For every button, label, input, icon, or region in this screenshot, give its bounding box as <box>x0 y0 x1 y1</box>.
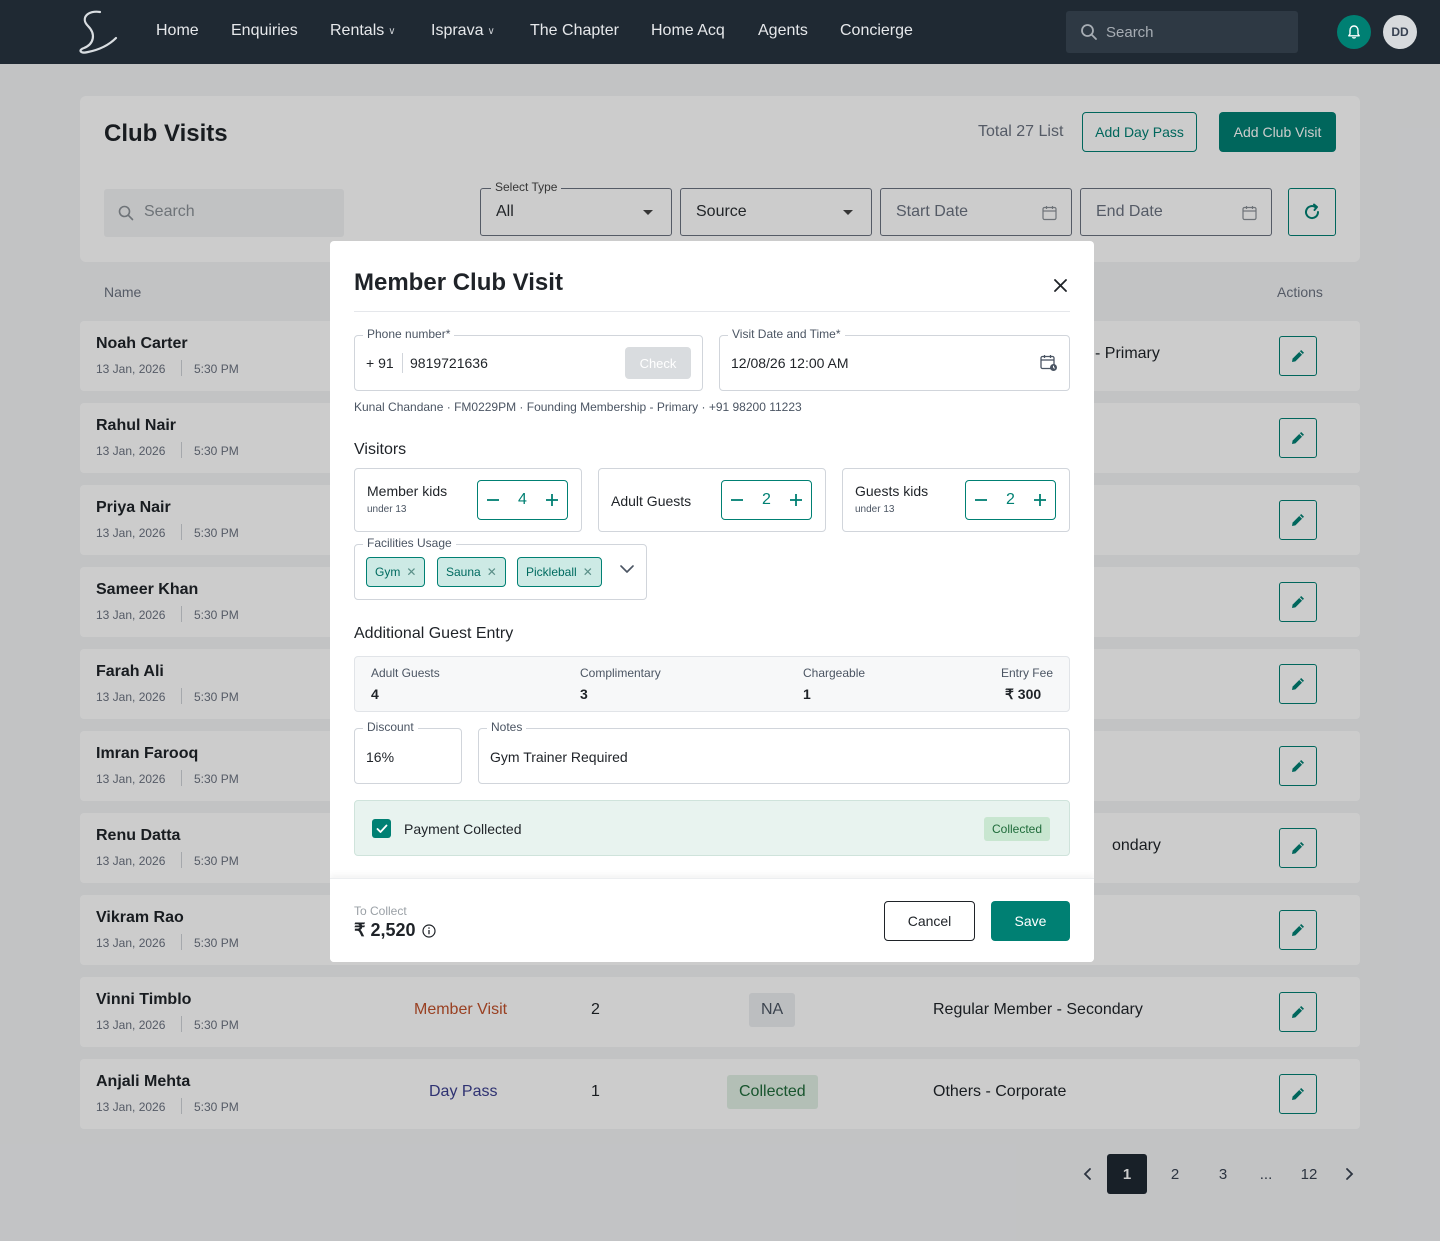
adult-guests-card: Adult Guests 2 <box>598 468 826 532</box>
payment-collected-row: Payment Collected Collected <box>354 800 1070 856</box>
nav-isprava[interactable]: Isprava ∨ <box>431 22 495 40</box>
info-icon[interactable] <box>421 923 436 938</box>
nav-search <box>1066 11 1298 53</box>
visit-datetime-field[interactable]: Visit Date and Time* 12/08/26 12:00 AM <box>719 327 1070 391</box>
member-kids-stepper: 4 <box>477 480 568 520</box>
top-navbar: Home Enquiries Rentals ∨ Isprava ∨ The Cha… <box>0 0 1440 64</box>
country-code[interactable]: + 91 <box>366 355 394 371</box>
nav-agents[interactable]: Agents <box>758 22 808 40</box>
facility-chip-pickleball: Pickleball ✕ <box>517 557 602 587</box>
modal-title: Member Club Visit <box>354 269 563 296</box>
nav-home[interactable]: Home <box>156 22 199 40</box>
payment-collected-checkbox[interactable] <box>372 819 391 838</box>
additional-guest-entry-heading: Additional Guest Entry <box>354 625 514 642</box>
member-kids-card: Member kids under 13 4 <box>354 468 582 532</box>
close-icon <box>1053 278 1067 292</box>
check-button[interactable]: Check <box>625 347 691 379</box>
increment-button[interactable] <box>540 488 564 512</box>
guests-kids-card: Guests kids under 13 2 <box>842 468 1070 532</box>
plus-icon <box>546 494 558 506</box>
nav-concierge[interactable]: Concierge <box>840 22 913 40</box>
adult-guests-stepper: 2 <box>721 480 812 520</box>
chevron-down-icon: ∨ <box>388 25 396 37</box>
to-collect-label: To Collect <box>354 904 407 918</box>
to-collect-amount: ₹ 2,520 <box>354 920 436 941</box>
notes-field[interactable]: Notes Gym Trainer Required <box>478 720 1070 784</box>
check-icon <box>376 824 387 833</box>
remove-chip-icon[interactable]: ✕ <box>406 565 416 579</box>
calendar-clock-icon[interactable] <box>1040 354 1058 372</box>
nav-enquiries[interactable]: Enquiries <box>231 22 298 40</box>
member-info: Kunal Chandane · FM0229PM · Founding Mem… <box>354 400 802 414</box>
facility-chip-gym: Gym ✕ <box>366 557 426 587</box>
chevron-down-icon[interactable] <box>620 565 634 574</box>
facilities-usage-select[interactable]: Facilities Usage Gym ✕ Sauna ✕ Pickleball ✕ <box>354 536 647 600</box>
discount-field[interactable]: Discount 16% <box>354 720 462 784</box>
plus-icon <box>790 494 802 506</box>
guest-entry-summary: Adult Guests 4 Complimentary 3 Chargeabl… <box>354 656 1070 712</box>
logo[interactable] <box>74 8 120 56</box>
increment-button[interactable] <box>1028 488 1052 512</box>
nav-search-input[interactable] <box>1106 11 1286 53</box>
bell-icon <box>1348 25 1360 39</box>
modal-footer: To Collect ₹ 2,520 Cancel Save <box>330 878 1094 962</box>
nav-home-acq[interactable]: Home Acq <box>651 22 725 40</box>
nav-the-chapter[interactable]: The Chapter <box>530 22 619 40</box>
save-button[interactable]: Save <box>991 901 1070 941</box>
phone-number-input[interactable]: 9819721636 <box>410 355 488 371</box>
increment-button[interactable] <box>784 488 808 512</box>
divider <box>402 353 403 373</box>
remove-chip-icon[interactable]: ✕ <box>583 565 593 579</box>
modal-divider <box>354 311 1070 312</box>
remove-chip-icon[interactable]: ✕ <box>487 565 497 579</box>
guests-kids-stepper: 2 <box>965 480 1056 520</box>
visitors-heading: Visitors <box>354 441 407 458</box>
member-club-visit-modal: Member Club Visit Phone number* + 91 981… <box>330 241 1094 962</box>
avatar[interactable]: DD <box>1383 15 1417 49</box>
facility-chip-sauna: Sauna ✕ <box>437 557 506 587</box>
chevron-down-icon: ∨ <box>487 25 495 37</box>
cancel-button[interactable]: Cancel <box>884 901 975 941</box>
status-badge: Collected <box>984 817 1051 841</box>
notifications-button[interactable] <box>1337 15 1371 49</box>
nav-rentals[interactable]: Rentals ∨ <box>330 22 396 40</box>
plus-icon <box>1034 494 1046 506</box>
search-icon <box>1081 24 1097 40</box>
close-button[interactable] <box>1050 275 1070 295</box>
phone-number-field[interactable]: Phone number* + 91 9819721636 Check <box>354 327 703 391</box>
